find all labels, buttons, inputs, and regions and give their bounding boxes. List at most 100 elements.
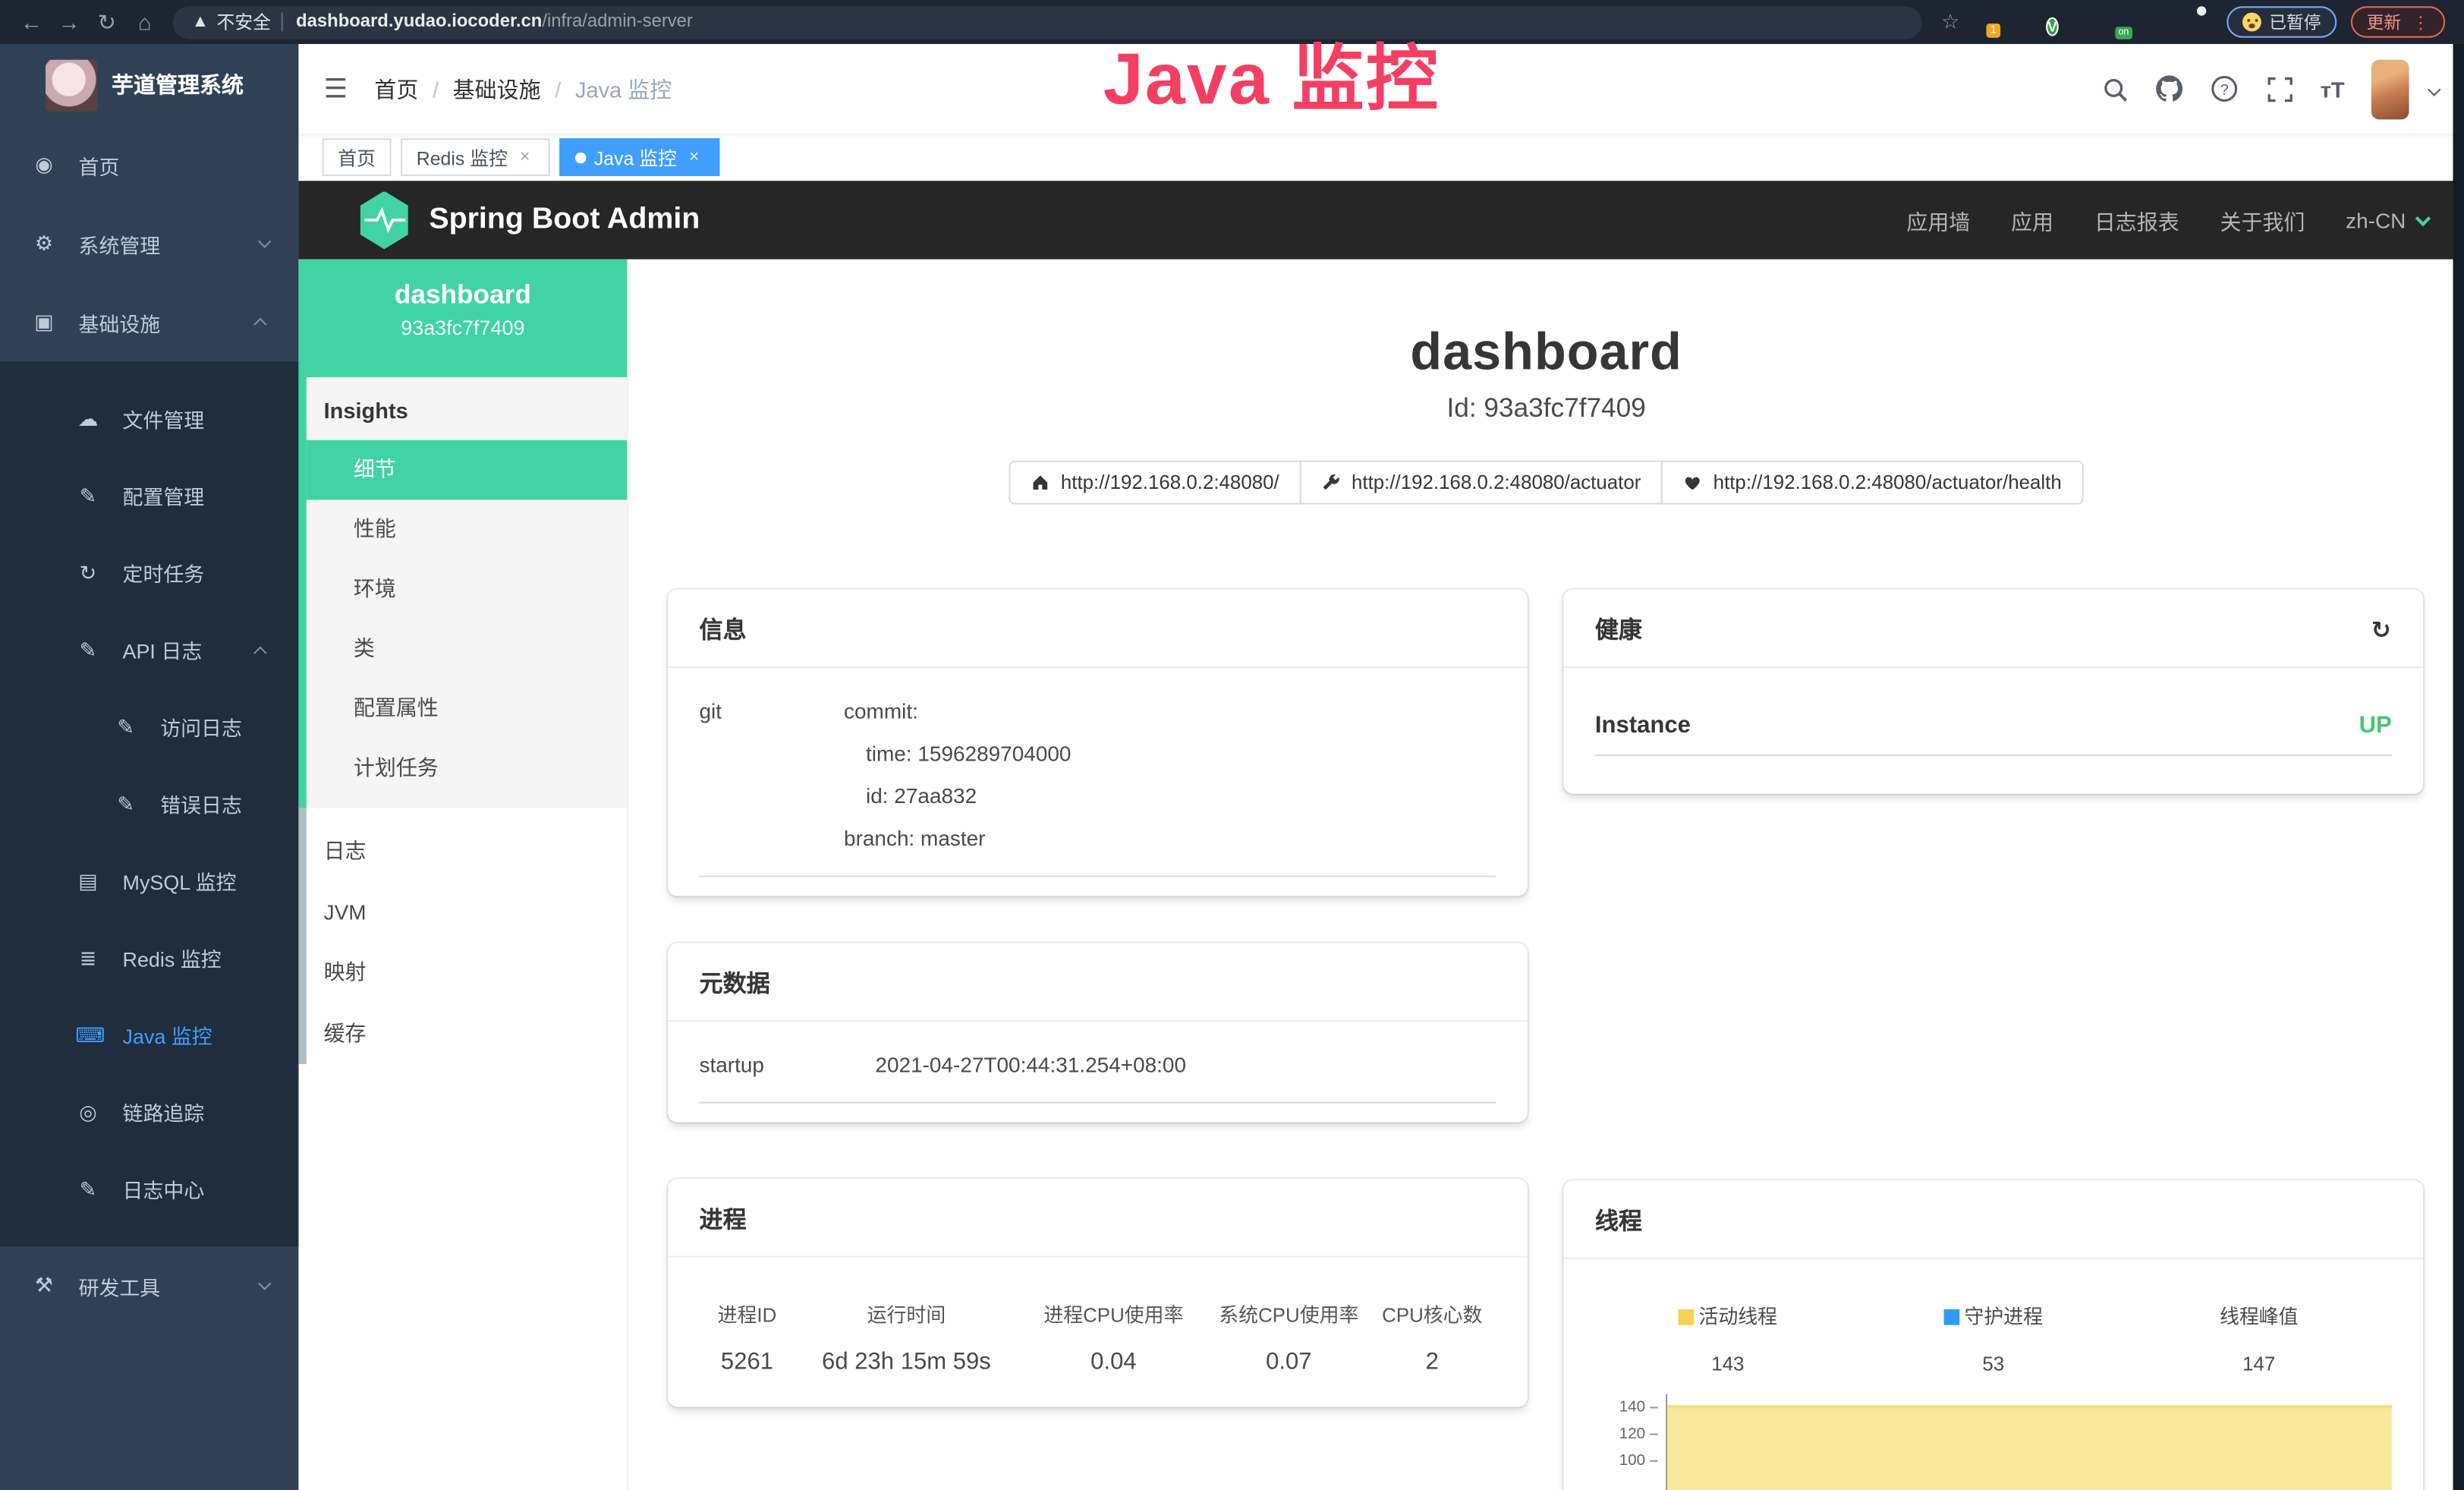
- tab-redis-monitor[interactable]: Redis 监控 ×: [401, 138, 550, 176]
- sidebar-item-redis-monitor[interactable]: ≣ Redis 监控: [0, 919, 298, 996]
- extension-grid-icon[interactable]: [2082, 11, 2104, 33]
- browser-forward-icon[interactable]: →: [50, 3, 88, 41]
- search-icon[interactable]: [2101, 74, 2129, 102]
- process-pid: 5261: [700, 1349, 795, 1375]
- extension-lines-on-icon[interactable]: on: [2118, 11, 2140, 33]
- metadata-row: startup 2021-04-27T00:44:31.254+08:00: [700, 1044, 1496, 1086]
- insights-item-metrics[interactable]: 性能: [307, 500, 627, 560]
- page-subtitle: Id: 93a3fc7f7409: [628, 393, 2464, 424]
- service-url-button[interactable]: http://192.168.0.2:48080/: [1009, 461, 1301, 505]
- extension-green-v-icon[interactable]: V: [2046, 11, 2068, 33]
- daemon-threads-legend-icon: [1944, 1309, 1960, 1325]
- gear-icon: ⚙: [31, 231, 56, 256]
- sidebar-root-group: 日志 JVM 映射 缓存: [298, 808, 627, 1064]
- breadcrumb: 首页 / 基础设施 / Java 监控: [374, 73, 672, 104]
- sidebar-item-scheduled-task[interactable]: ↻ 定时任务: [0, 534, 298, 611]
- insights-item-environment[interactable]: 环境: [307, 559, 627, 619]
- bookmark-star-icon[interactable]: ☆: [1941, 9, 1959, 34]
- browser-menu-icon[interactable]: ⋮: [2412, 12, 2430, 33]
- chart-area-fill: [1667, 1405, 2392, 1490]
- user-avatar[interactable]: [2371, 59, 2409, 119]
- close-icon[interactable]: ×: [684, 148, 703, 167]
- browser-back-icon[interactable]: ←: [13, 3, 51, 41]
- sidebar-item-home[interactable]: ◉ 首页: [0, 126, 298, 205]
- sidebar-item-access-log[interactable]: ✎ 访问日志: [0, 688, 298, 765]
- sba-header: Spring Boot Admin 应用墙 应用 日志报表 关于我们 zh-CN: [298, 181, 2464, 260]
- sidebar-item-dev-tools[interactable]: ⚒ 研发工具: [0, 1246, 298, 1325]
- instance-content: dashboard 93a3fc7f7409 Insights 细节 性能 环境…: [298, 260, 2464, 1490]
- info-key: git: [700, 690, 845, 860]
- sidebar-item-api-log[interactable]: ✎ API 日志: [0, 612, 298, 688]
- sidebar-item-caches[interactable]: 缓存: [307, 1003, 627, 1064]
- browser-update-button[interactable]: 更新 ⋮: [2351, 6, 2445, 37]
- sidebar-item-java-monitor[interactable]: ⌨ Java 监控: [0, 997, 298, 1073]
- avatar-caret-icon[interactable]: [2428, 82, 2441, 96]
- sidebar-item-file-manage[interactable]: ☁ 文件管理: [0, 380, 298, 457]
- not-secure-warning-icon: ▲: [192, 13, 209, 32]
- tab-home[interactable]: 首页: [323, 138, 392, 176]
- process-table-values: 5261 6d 23h 15m 59s 0.04 0.07 2: [700, 1349, 1496, 1375]
- sidebar-item-jvm[interactable]: JVM: [307, 883, 627, 943]
- tab-java-monitor[interactable]: Java 监控 ×: [559, 138, 719, 176]
- extensions-puzzle-icon[interactable]: [2191, 11, 2213, 33]
- sidebar-item-log-center[interactable]: ✎ 日志中心: [0, 1151, 298, 1227]
- github-icon[interactable]: [2155, 74, 2183, 102]
- sidebar-item-mysql-monitor[interactable]: ▤ MySQL 监控: [0, 843, 298, 919]
- fullscreen-icon[interactable]: [2265, 74, 2293, 102]
- layers-icon: ≣: [75, 946, 100, 971]
- sba-nav-about[interactable]: 关于我们: [2220, 204, 2305, 235]
- browser-refresh-icon[interactable]: ↻: [88, 3, 126, 41]
- metadata-card-title: 元数据: [700, 967, 770, 1000]
- history-icon[interactable]: ↺: [2372, 616, 2392, 644]
- extension-orange-icon[interactable]: 1: [1974, 11, 1996, 33]
- sba-locale-select[interactable]: zh-CN: [2346, 208, 2426, 232]
- insights-item-scheduled-tasks[interactable]: 计划任务: [307, 739, 627, 799]
- sidebar-item-mappings[interactable]: 映射: [307, 943, 627, 1003]
- sidebar-item-logs[interactable]: 日志: [307, 822, 627, 883]
- tags-view-bar: 首页 Redis 监控 × Java 监控 ×: [298, 134, 2464, 181]
- sidebar-item-config-manage[interactable]: ✎ 配置管理: [0, 458, 298, 534]
- metadata-key: startup: [700, 1044, 876, 1086]
- breadcrumb-home[interactable]: 首页: [374, 73, 418, 104]
- instance-header: dashboard 93a3fc7f7409: [298, 260, 627, 377]
- heartbeat-icon: [1683, 473, 1702, 492]
- system-cpu: 0.07: [1209, 1349, 1368, 1375]
- right-column: 健康 ↺ Instance UP: [1563, 590, 2423, 1490]
- sidebar-item-error-log[interactable]: ✎ 错误日志: [0, 765, 298, 842]
- help-icon[interactable]: ?: [2211, 74, 2239, 102]
- briefcase-icon: ⚒: [31, 1273, 56, 1298]
- sba-nav-journal[interactable]: 日志报表: [2094, 204, 2179, 235]
- sidebar-item-system[interactable]: ⚙ 系统管理: [0, 204, 298, 283]
- instance-links: http://192.168.0.2:48080/ http://192.168…: [628, 461, 2464, 505]
- sba-nav-wallboard[interactable]: 应用墙: [1906, 204, 1970, 235]
- app-sidebar: 芋道管理系统 ◉ 首页 ⚙ 系统管理 ▣ 基础设施 ☁ 文件管理: [0, 44, 298, 1490]
- extension-leaf-icon[interactable]: [2154, 11, 2176, 33]
- sba-brand[interactable]: Spring Boot Admin: [429, 203, 700, 238]
- thread-stats-labels: 活动线程 守护进程 线程峰值: [1595, 1300, 2392, 1330]
- profile-paused-badge[interactable]: 已暂停: [2226, 6, 2337, 37]
- close-icon[interactable]: ×: [515, 148, 534, 167]
- info-card-title: 信息: [700, 613, 747, 646]
- cloud-icon: ☁: [75, 406, 100, 431]
- sidebar-item-infra[interactable]: ▣ 基础设施: [0, 283, 298, 362]
- security-label: 不安全: [217, 9, 271, 34]
- health-url-button[interactable]: http://192.168.0.2:48080/actuator/health: [1661, 461, 2083, 505]
- font-size-icon[interactable]: ᴛT: [2321, 76, 2345, 101]
- hamburger-icon[interactable]: ☰: [324, 73, 348, 104]
- insights-item-classes[interactable]: 类: [307, 619, 627, 679]
- address-bar[interactable]: ▲ 不安全 dashboard.yudao.iocoder.cn /infra/…: [173, 5, 1923, 38]
- app-logo-row[interactable]: 芋道管理系统: [0, 44, 298, 126]
- browser-home-icon[interactable]: ⌂: [126, 3, 164, 41]
- sba-nav-applications[interactable]: 应用: [2011, 204, 2053, 235]
- threads-chart: 140 120 100: [1595, 1394, 2392, 1490]
- extension-pin-icon[interactable]: [2010, 11, 2032, 33]
- actuator-url-button[interactable]: http://192.168.0.2:48080/actuator: [1300, 461, 1663, 505]
- left-column: 信息 git commit: time: 1596289704000 id: 2…: [668, 590, 1528, 1407]
- sidebar-item-trace[interactable]: ◎ 链路追踪: [0, 1073, 298, 1150]
- insights-item-config-props[interactable]: 配置属性: [307, 679, 627, 739]
- right-pane: ☰ 首页 / 基础设施 / Java 监控 ?: [298, 44, 2464, 1490]
- insights-item-details[interactable]: 细节: [307, 440, 627, 500]
- breadcrumb-infra[interactable]: 基础设施: [453, 73, 541, 104]
- process-cpu: 0.04: [1018, 1349, 1209, 1375]
- svg-text:?: ?: [2220, 82, 2229, 99]
